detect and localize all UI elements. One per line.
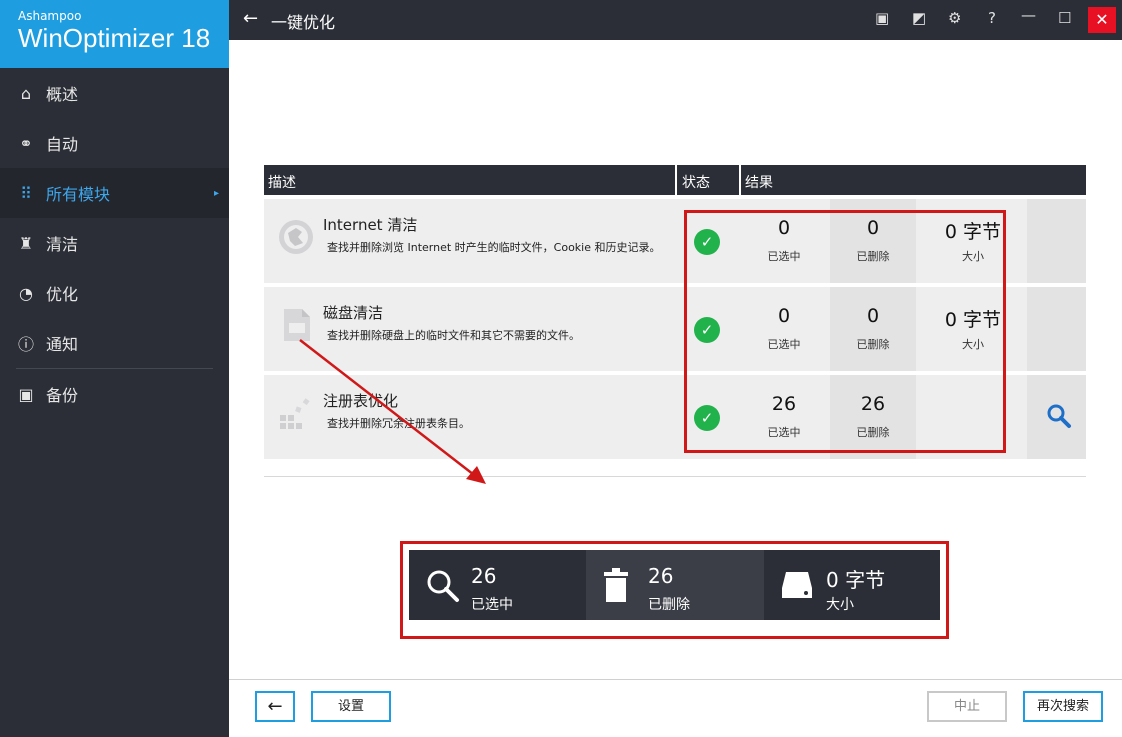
summary-selected-count: 26 [471, 564, 497, 588]
summary-deleted: 26 已删除 [586, 550, 764, 620]
search-icon [425, 568, 461, 611]
trash-icon [602, 568, 630, 611]
footer-divider [229, 679, 1122, 680]
summary-size: 0 字节 大小 [764, 550, 940, 620]
summary-selected: 26 已选中 [409, 550, 586, 620]
summary-deleted-count: 26 [648, 564, 674, 588]
summary-bar: 26 已选中 26 已删除 0 字节 大小 [409, 550, 940, 620]
summary-selected-label: 已选中 [471, 597, 513, 613]
hard-drive-icon [780, 568, 814, 609]
back-arrow-icon: ← [267, 696, 283, 717]
summary-size-value: 0 字节 [826, 568, 886, 592]
settings-button[interactable]: 设置 [311, 691, 391, 722]
back-button[interactable]: ← [255, 691, 295, 722]
summary-size-label: 大小 [826, 597, 854, 613]
stop-button[interactable]: 中止 [927, 691, 1007, 722]
summary-deleted-label: 已删除 [648, 597, 690, 613]
rescan-button[interactable]: 再次搜索 [1023, 691, 1103, 722]
